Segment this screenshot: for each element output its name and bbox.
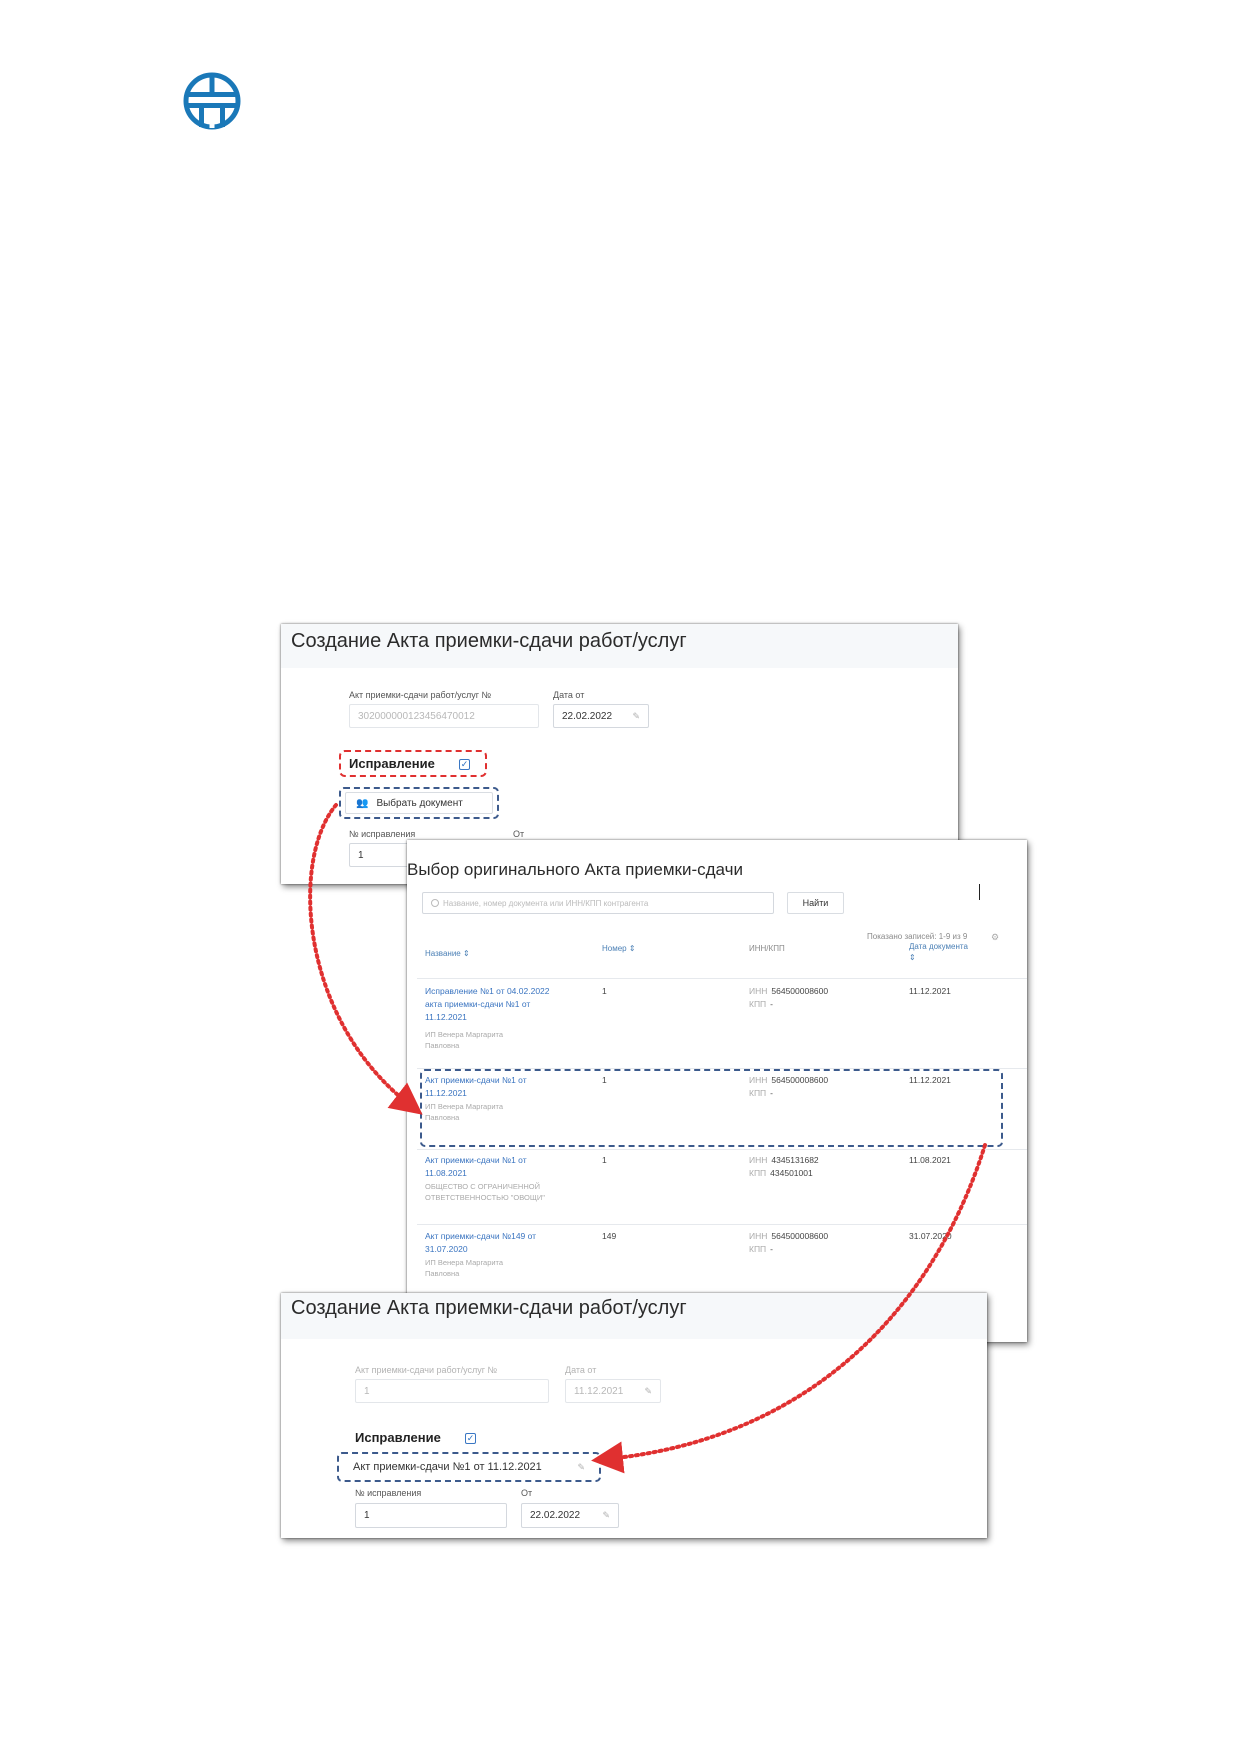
row-1-kpp: КПП -	[749, 999, 774, 1009]
correction-number-label: № исправления	[355, 1488, 422, 1498]
row-4-org: ИП Венера Маргарита Павловна	[425, 1258, 504, 1278]
correction-number-value: 1	[358, 849, 364, 861]
row-3-name[interactable]: Акт приемки-сдачи №1 от 11.08.2021	[425, 1154, 540, 1180]
correction-checkbox[interactable]: ✓	[465, 1433, 476, 1444]
edit-icon[interactable]: ✎	[577, 1462, 585, 1473]
date-field[interactable]: 22.02.2022 ✎	[553, 704, 649, 728]
calendar-icon[interactable]: ✎	[632, 711, 640, 722]
act-number-value: 1	[364, 1385, 370, 1397]
settings-icon[interactable]: ⚙	[991, 932, 999, 943]
act-number-label: Акт приемки-сдачи работ/услуг №	[349, 690, 492, 700]
company-logo-icon	[183, 72, 241, 130]
correction-number-field[interactable]: 1	[355, 1503, 507, 1528]
find-button-label: Найти	[802, 898, 829, 908]
row-4-name[interactable]: Акт приемки-сдачи №149 от 31.07.2020	[425, 1230, 540, 1256]
shown-records: Показано записей: 1-9 из 9	[867, 932, 968, 941]
correction-date-field[interactable]: 22.02.2022 ✎	[521, 1503, 619, 1528]
row-3-kpp: КПП 434501001	[749, 1168, 813, 1178]
row-4-inn: ИНН 564500008600	[749, 1231, 829, 1241]
person-add-icon: 👥	[356, 797, 369, 809]
date-label: Дата от	[553, 690, 585, 700]
select-document-label: Выбрать документ	[376, 797, 463, 809]
column-name[interactable]: Название ⇕	[425, 949, 470, 958]
calendar-icon: ✎	[644, 1385, 652, 1396]
find-button[interactable]: Найти	[787, 892, 844, 914]
select-original-act-panel: Выбор оригинального Акта приемки-сдачи Н…	[407, 840, 1027, 1342]
row-1-name[interactable]: Исправление №1 от 04.02.2022 акта приемк…	[425, 985, 550, 1024]
select-document-button[interactable]: 👥 Выбрать документ	[345, 792, 493, 814]
correction-number-field[interactable]: 1	[349, 843, 409, 867]
correction-date-value: 22.02.2022	[530, 1510, 581, 1521]
correction-label: Исправление	[349, 756, 435, 771]
row-4-date: 31.07.2020	[909, 1231, 952, 1241]
from-label: От	[513, 829, 525, 839]
row-1-inn: ИНН 564500008600	[749, 986, 829, 996]
search-icon	[431, 899, 439, 907]
column-number[interactable]: Номер ⇕	[602, 944, 636, 953]
row-1-org: ИП Венера Маргарита Павловна	[425, 1030, 504, 1050]
date-label: Дата от	[565, 1365, 597, 1375]
column-date[interactable]: Дата документа ⇕	[909, 941, 969, 963]
row-3-number: 1	[602, 1155, 607, 1165]
row-divider	[417, 1149, 1027, 1150]
row-1-number: 1	[602, 986, 607, 996]
correction-number-value: 1	[364, 1510, 370, 1521]
header-divider	[417, 978, 1027, 979]
correction-number-label: № исправления	[349, 829, 416, 839]
row-divider	[417, 1224, 1027, 1225]
create-act-result-panel: Создание Акта приемки-сдачи работ/услуг …	[281, 1293, 987, 1538]
modal-title: Выбор оригинального Акта приемки-сдачи	[407, 860, 743, 879]
row-4-kpp: КПП -	[749, 1244, 774, 1254]
selected-document-field[interactable]: Акт приемки-сдачи №1 от 11.12.2021 ✎	[345, 1456, 593, 1478]
page-title: Создание Акта приемки-сдачи работ/услуг	[291, 1297, 687, 1319]
row-1-date: 11.12.2021	[909, 986, 951, 996]
act-number-value: 302000000123456470012	[358, 710, 475, 722]
calendar-icon[interactable]: ✎	[602, 1510, 610, 1521]
date-value: 11.12.2021	[574, 1385, 624, 1397]
date-field: 11.12.2021 ✎	[565, 1379, 661, 1403]
text-cursor	[979, 884, 980, 900]
act-number-field[interactable]: 302000000123456470012	[349, 704, 539, 728]
from-label: От	[521, 1488, 533, 1498]
date-value: 22.02.2022	[562, 710, 613, 722]
selected-document-value: Акт приемки-сдачи №1 от 11.12.2021	[353, 1461, 542, 1473]
column-inn-kpp: ИНН/КПП	[749, 944, 785, 953]
correction-checkbox[interactable]: ✓	[459, 759, 470, 770]
row-4-number: 149	[602, 1231, 617, 1241]
search-input[interactable]: Название, номер документа или ИНН/КПП ко…	[422, 892, 774, 914]
correction-label: Исправление	[355, 1430, 441, 1445]
row-3-inn: ИНН 4345131682	[749, 1155, 819, 1165]
act-number-field: 1	[355, 1379, 549, 1403]
row-3-org: ОБЩЕСТВО С ОГРАНИЧЕННОЙ ОТВЕТСТВЕННОСТЬЮ…	[425, 1182, 545, 1202]
selected-row-highlight	[420, 1069, 1003, 1147]
row-3-date: 11.08.2021	[909, 1155, 951, 1165]
page-title: Создание Акта приемки-сдачи работ/услуг	[291, 630, 687, 652]
act-number-label: Акт приемки-сдачи работ/услуг №	[355, 1365, 498, 1375]
search-placeholder: Название, номер документа или ИНН/КПП ко…	[443, 898, 649, 908]
